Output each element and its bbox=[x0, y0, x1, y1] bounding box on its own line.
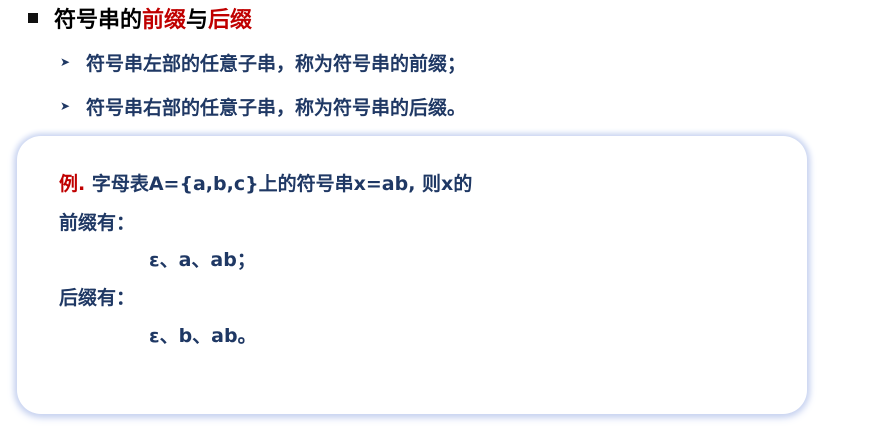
suffix-heading: 后缀有： bbox=[59, 287, 136, 309]
example-statement-text: 字母表A={a,b,c}上的符号串x=ab, 则x的 bbox=[85, 173, 473, 195]
bullet-suffix-definition: ➤ 符号串右部的任意子串，称为符号串的后缀。 bbox=[60, 91, 466, 121]
example-card: 例. 字母表A={a,b,c}上的符号串x=ab, 则x的 前缀有： ε、a、a… bbox=[17, 136, 807, 414]
prefix-values: ε、a、ab； bbox=[149, 249, 256, 271]
arrowhead-bullet-icon: ➤ bbox=[60, 99, 71, 113]
title-keyword-prefix: 前缀 bbox=[142, 8, 187, 33]
title-part-3: 与 bbox=[186, 8, 209, 33]
bullet-prefix-definition: ➤ 符号串左部的任意子串，称为符号串的前缀； bbox=[60, 47, 466, 77]
bullet-text: 符号串右部的任意子串，称为符号串的后缀。 bbox=[86, 96, 467, 119]
page-title: 符号串的 前缀 与 后缀 bbox=[22, 2, 252, 34]
prefix-heading: 前缀有： bbox=[59, 212, 136, 234]
title-part-1: 符号串的 bbox=[54, 8, 143, 33]
example-statement: 例. 字母表A={a,b,c}上的符号串x=ab, 则x的 bbox=[59, 169, 472, 196]
example-prefix-label: 例. bbox=[59, 173, 86, 195]
bullet-text: 符号串左部的任意子串，称为符号串的前缀； bbox=[86, 52, 467, 75]
title-keyword-suffix: 后缀 bbox=[208, 8, 253, 33]
suffix-values: ε、b、ab。 bbox=[149, 325, 257, 347]
arrowhead-bullet-icon: ➤ bbox=[60, 55, 71, 69]
square-bullet-icon bbox=[28, 13, 38, 23]
